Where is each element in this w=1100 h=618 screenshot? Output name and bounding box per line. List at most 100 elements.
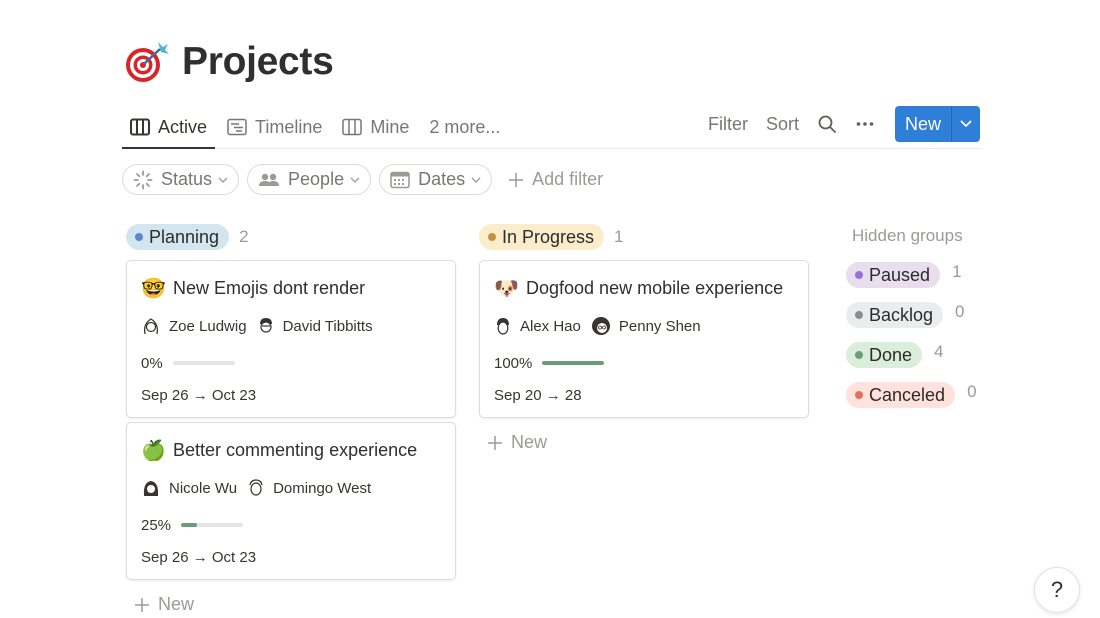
board-column-in-progress: In Progress 1 🐶 Dogfood new mobile exper… [479,224,809,453]
avatar-icon [143,481,159,496]
tab-timeline[interactable]: Timeline [219,106,330,148]
status-spinner-icon [133,170,153,189]
avatar-icon [249,479,263,496]
person: Domingo West [247,478,371,498]
card-title-row: 🐶 Dogfood new mobile experience [494,261,794,311]
sort-button[interactable]: Sort [766,114,799,135]
nerd-face-icon: 🤓 [141,276,166,300]
new-button[interactable]: New [895,106,952,142]
status-pill: Paused [846,262,941,288]
new-options-button[interactable] [952,106,980,142]
search-button[interactable] [817,114,837,134]
group-count: 0 [955,302,965,321]
status-pill[interactable]: In Progress [479,224,605,250]
view-bar: Active Timeline Mine 2 more... Filter So… [122,106,980,149]
hidden-groups-title: Hidden groups [852,226,963,245]
new-button-group: New [894,106,980,142]
plus-icon [509,172,524,187]
card-title: Dogfood new mobile experience [526,277,784,298]
progress-bar [172,361,235,365]
status-pill: Canceled [846,382,956,408]
group-name: Planning [149,226,220,247]
status-dot [135,233,143,241]
group-name: Backlog [869,304,934,325]
filter-bar: Status People Dates Add filter [122,164,603,195]
group-name: In Progress [502,226,595,247]
person-name: Alex Hao [520,317,581,335]
person: Zoe Ludwig [141,316,247,336]
view-toolbar: Filter Sort New [690,106,980,142]
more-horizontal-icon [856,122,874,126]
dart-target-icon[interactable] [122,38,170,86]
project-card[interactable]: 🐶 Dogfood new mobile experience Alex Hao… [479,260,809,418]
person-name: Zoe Ludwig [169,317,247,335]
card-title-row: 🤓 New Emojis dont render [141,261,441,311]
tab-label: Active [158,116,208,137]
group-name: Paused [869,264,931,285]
status-pill: Backlog [846,302,944,328]
people-icon [259,173,280,186]
person: Nicole Wu [141,478,237,498]
add-card-button[interactable]: New [126,594,456,615]
progress-label: 25% [141,516,172,534]
tab-label: 2 more... [429,116,501,137]
green-apple-icon: 🍏 [141,438,166,462]
hidden-group-canceled[interactable]: Canceled 0 [846,382,977,408]
chip-label: Dates [418,169,466,189]
tab-active[interactable]: Active [122,106,216,149]
status-pill[interactable]: Planning [126,224,230,250]
tab-more-views[interactable]: 2 more... [421,106,508,148]
person-name: David Tibbitts [282,317,373,335]
hidden-group-paused[interactable]: Paused 1 [846,262,977,288]
group-count: 4 [934,342,944,361]
project-card[interactable]: 🍏 Better commenting experience Nicole Wu… [126,422,456,580]
status-dot [855,391,863,399]
board-column-planning: Planning 2 🤓 New Emojis dont render Zoe … [126,224,456,615]
filter-chip-people[interactable]: People [247,164,372,195]
status-dot [855,311,863,319]
filter-chip-dates[interactable]: Dates [379,164,493,195]
board-icon [130,118,150,136]
hidden-group-done[interactable]: Done 4 [846,342,977,368]
card-people: Zoe Ludwig David Tibbitts [141,311,441,341]
tab-mine[interactable]: Mine [334,106,417,148]
person: David Tibbitts [257,316,373,336]
avatar-icon [259,318,272,333]
status-dot [855,351,863,359]
card-title: New Emojis dont render [173,277,366,298]
help-button[interactable]: ? [1034,567,1080,613]
add-card-label: New [511,432,548,452]
card-progress: 100% [494,341,794,385]
card-dates: Sep 26 → Oct 23 [141,549,257,566]
plus-icon [488,435,502,450]
more-options-button[interactable] [855,114,875,134]
calendar-icon [390,171,410,188]
person: Penny Shen [591,316,701,336]
timeline-icon [227,118,247,136]
page-title: Projects [182,40,334,83]
help-icon: ? [1050,577,1064,602]
project-card[interactable]: 🤓 New Emojis dont render Zoe Ludwig Davi… [126,260,456,418]
filter-button[interactable]: Filter [708,114,748,135]
hidden-group-backlog[interactable]: Backlog 0 [846,302,977,328]
avatar-icon [143,318,159,335]
add-card-button[interactable]: New [479,432,809,453]
card-title: Better commenting experience [173,439,418,460]
person-name: Nicole Wu [169,479,238,497]
group-name: Canceled [869,384,946,405]
chevron-down-icon [350,177,360,183]
progress-fill [542,361,605,365]
card-people: Nicole Wu Domingo West [141,473,441,503]
person: Alex Hao [494,316,581,336]
status-dot [488,233,496,241]
progress-bar [181,523,244,527]
filter-chip-status[interactable]: Status [122,164,240,195]
add-filter-button[interactable]: Add filter [508,169,603,190]
group-header: Planning 2 [126,224,456,250]
add-filter-label: Add filter [532,169,604,189]
group-count: 0 [967,382,977,401]
view-tabs: Active Timeline Mine 2 more... [122,106,512,149]
card-title-row: 🍏 Better commenting experience [141,423,441,473]
page-header: Projects [122,38,334,86]
chevron-down-icon [471,177,481,183]
